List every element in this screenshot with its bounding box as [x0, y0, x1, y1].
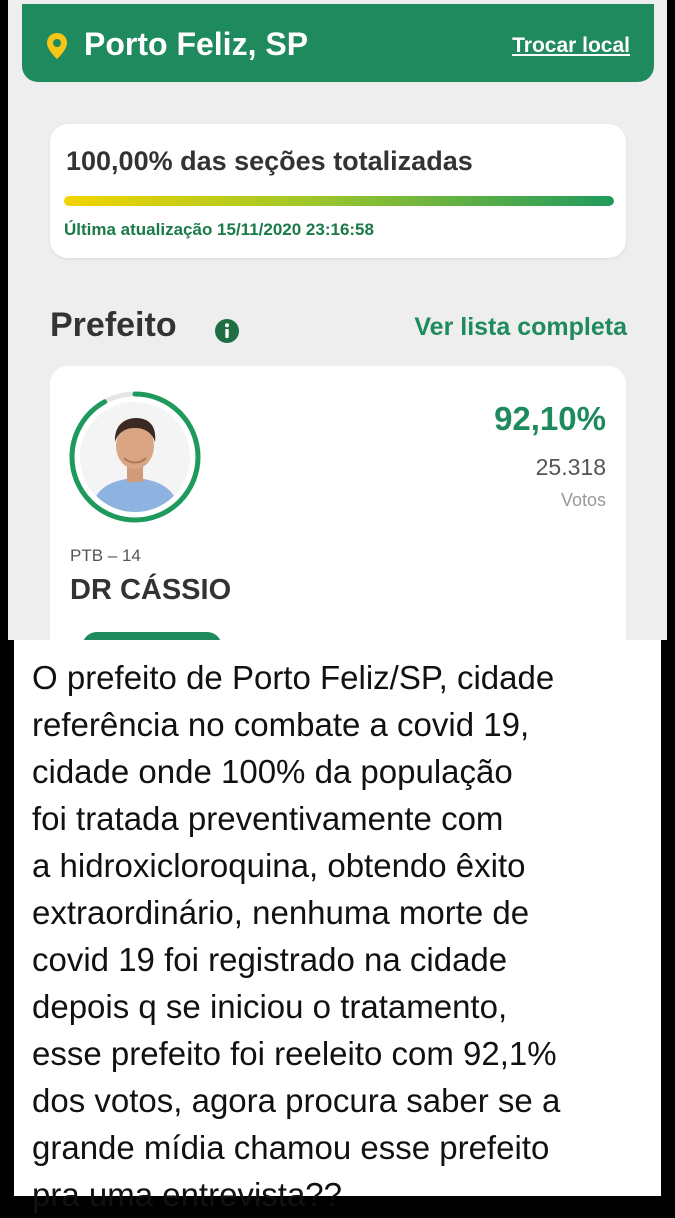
candidate-name: DR CÁSSIO	[70, 574, 232, 606]
caption-line: grande mídia chamou esse prefeito	[32, 1129, 550, 1166]
totalization-progress-fill	[64, 196, 614, 206]
caption-panel: O prefeito de Porto Feliz/SP, cidade ref…	[14, 640, 661, 1213]
full-list-link[interactable]: Ver lista completa	[414, 313, 627, 342]
totalization-card: 100,00% das seções totalizadas Última at…	[50, 124, 626, 258]
election-app-screenshot: Porto Feliz, SP Trocar local 100,00% das…	[8, 0, 667, 640]
city-title: Porto Feliz, SP	[84, 26, 309, 62]
candidate-avatar	[69, 391, 201, 523]
caption-line: dos votos, agora procura saber se a	[32, 1082, 561, 1119]
location-header: Porto Feliz, SP Trocar local	[22, 4, 654, 82]
last-update-text: Última atualização 15/11/2020 23:16:58	[64, 220, 374, 239]
caption-line: foi tratada preventivamente com	[32, 800, 504, 837]
vote-count: 25.318	[535, 454, 606, 480]
caption-line: pra uma entrevista??	[32, 1176, 343, 1213]
elected-badge	[82, 632, 222, 640]
candidate-card[interactable]: 92,10% 25.318 Votos PTB – 14 DR CÁSSIO	[50, 366, 626, 640]
totalization-progress-bar	[64, 196, 614, 206]
vote-count-label: Votos	[560, 490, 606, 510]
location-pin-icon	[47, 33, 67, 59]
caption-line: a hidroxicloroquina, obtendo êxito	[32, 847, 526, 884]
caption-line: esse prefeito foi reeleito com 92,1%	[32, 1035, 557, 1072]
caption-text: O prefeito de Porto Feliz/SP, cidade ref…	[32, 654, 652, 1218]
caption-line: referência no combate a covid 19,	[32, 706, 530, 743]
caption-line: depois q se iniciou o tratamento,	[32, 988, 508, 1025]
info-icon[interactable]	[214, 318, 240, 344]
vote-percentage: 92,10%	[494, 400, 606, 437]
caption-line: covid 19 foi registrado na cidade	[32, 941, 508, 978]
party-number: PTB – 14	[70, 546, 141, 565]
section-title: Prefeito	[50, 306, 177, 344]
totalization-status: 100,00% das seções totalizadas	[66, 146, 473, 176]
caption-line: extraordinário, nenhuma morte de	[32, 894, 530, 931]
caption-line: O prefeito de Porto Feliz/SP, cidade	[32, 659, 555, 696]
caption-line: cidade onde 100% da população	[32, 753, 513, 790]
change-location-link[interactable]: Trocar local	[512, 34, 630, 58]
